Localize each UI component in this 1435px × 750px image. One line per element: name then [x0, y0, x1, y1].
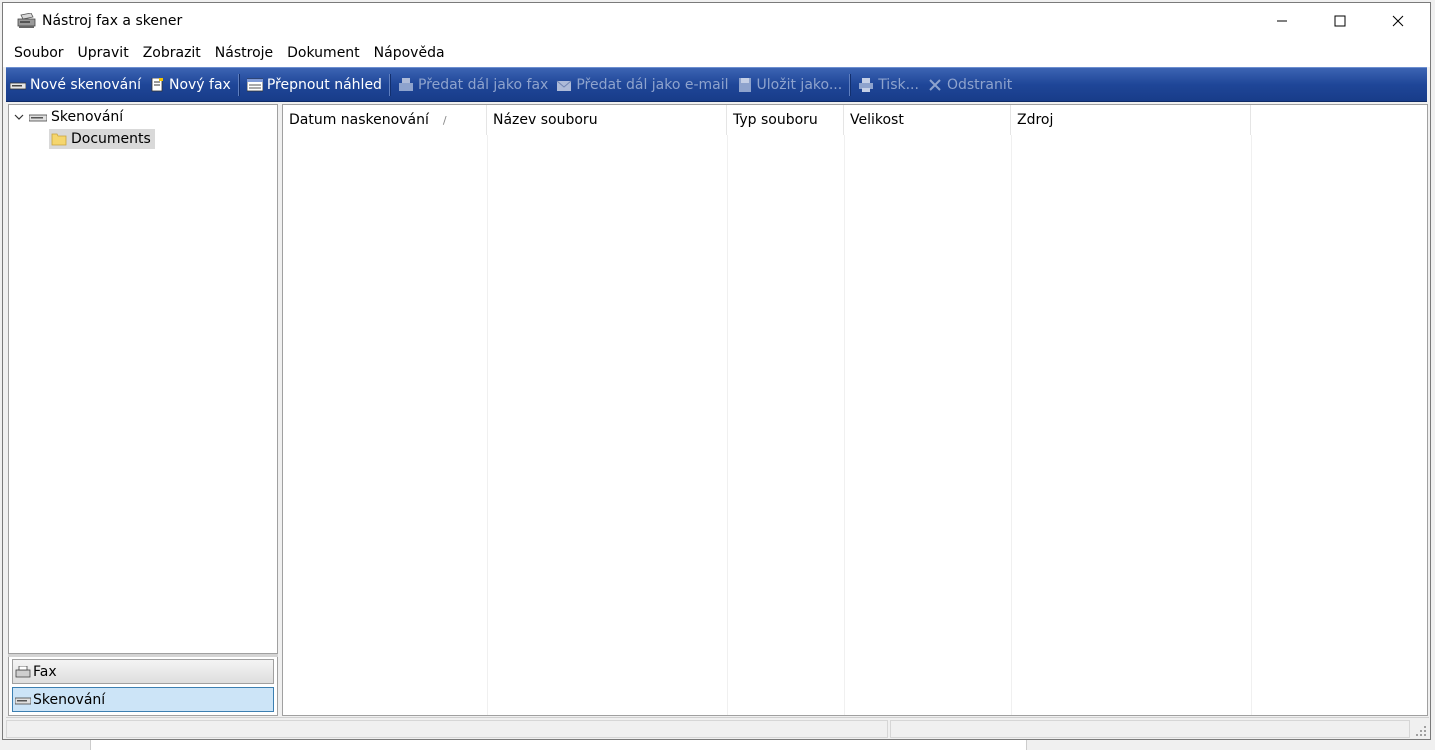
folder-tree-pane: Skenování Documents: [8, 104, 278, 716]
toolbar: Nové skenování Nový fax Přepnout náhled: [6, 67, 1427, 102]
new-scan-button[interactable]: Nové skenování: [6, 68, 145, 101]
scan-file-list: Datum naskenování / Název souboru Typ so…: [282, 104, 1428, 716]
column-header-source[interactable]: Zdroj: [1011, 105, 1251, 135]
column-label: Datum naskenování: [289, 112, 429, 128]
nav-button-label: Fax: [33, 663, 57, 680]
background-window-edge: [90, 740, 1027, 750]
maximize-icon: [1334, 15, 1346, 27]
column-divider: [844, 135, 845, 715]
status-pane: [890, 720, 1410, 738]
column-header-date[interactable]: Datum naskenování /: [283, 105, 487, 135]
menu-edit[interactable]: Upravit: [71, 39, 136, 67]
printer-icon: [859, 77, 874, 92]
sort-indicator-icon: /: [442, 113, 447, 127]
preview-pane-icon: [246, 78, 263, 91]
save-as-button[interactable]: Uložit jako...: [733, 68, 847, 101]
nav-button-scan[interactable]: Skenování: [12, 687, 274, 712]
scanner-icon: [29, 114, 47, 122]
menu-tools[interactable]: Nástroje: [208, 39, 280, 67]
nav-pane-divider[interactable]: [8, 653, 278, 657]
close-icon: [1392, 15, 1404, 27]
menu-bar: Soubor Upravit Zobrazit Nástroje Dokumen…: [3, 39, 1430, 67]
column-label: Zdroj: [1017, 112, 1054, 128]
new-fax-label: Nový fax: [168, 76, 231, 93]
column-divider: [1251, 135, 1252, 715]
tree-item-scans[interactable]: Skenování: [13, 107, 123, 127]
forward-fax-label: Předat dál jako fax: [417, 76, 549, 93]
save-as-label: Uložit jako...: [756, 76, 843, 93]
forward-email-label: Předat dál jako e-mail: [576, 76, 729, 93]
tree-item-documents[interactable]: Documents: [49, 129, 155, 149]
toolbar-separator: [388, 73, 391, 96]
toolbar-separator: [849, 73, 852, 96]
email-forward-icon: [556, 80, 572, 91]
column-header-filename[interactable]: Název souboru: [487, 105, 727, 135]
minimize-icon: [1277, 20, 1287, 22]
resize-grip-icon[interactable]: [1415, 725, 1427, 737]
title-bar: Nástroj fax a skener: [3, 3, 1430, 39]
menu-help[interactable]: Nápověda: [367, 39, 452, 67]
chevron-down-icon[interactable]: [13, 111, 25, 123]
column-header-size[interactable]: Velikost: [844, 105, 1011, 135]
nav-button-label: Skenování: [33, 691, 106, 708]
delete-label: Odstranit: [946, 76, 1013, 93]
tree-item-label: Documents: [71, 131, 151, 147]
column-header-type[interactable]: Typ souboru: [727, 105, 844, 135]
new-scan-label: Nové skenování: [30, 76, 141, 93]
nav-button-fax[interactable]: Fax: [12, 659, 274, 684]
new-fax-button[interactable]: Nový fax: [145, 68, 235, 101]
column-divider: [487, 135, 488, 715]
forward-email-button[interactable]: Předat dál jako e-mail: [552, 68, 732, 101]
folder-icon: [51, 133, 67, 146]
column-label: Velikost: [850, 112, 904, 128]
scanner-icon: [15, 697, 31, 704]
toolbar-separator: [237, 73, 240, 96]
close-button[interactable]: [1369, 3, 1427, 39]
delete-button[interactable]: Odstranit: [923, 68, 1016, 101]
scanner-icon: [10, 82, 26, 89]
status-bar: [6, 717, 1429, 739]
maximize-button[interactable]: [1311, 3, 1369, 39]
column-label: Název souboru: [493, 112, 598, 128]
fax-machine-icon: [15, 665, 31, 677]
status-pane: [6, 720, 888, 738]
minimize-button[interactable]: [1253, 3, 1311, 39]
forward-fax-button[interactable]: Předat dál jako fax: [394, 68, 552, 101]
tree-item-label: Skenování: [51, 109, 124, 125]
menu-view[interactable]: Zobrazit: [136, 39, 208, 67]
menu-document[interactable]: Dokument: [280, 39, 367, 67]
column-label: Typ souboru: [733, 112, 818, 128]
window-title: Nástroj fax a skener: [42, 13, 183, 29]
app-scanner-icon: [17, 13, 36, 28]
new-fax-icon: [151, 77, 163, 91]
delete-x-icon: [929, 78, 941, 91]
main-window: Nástroj fax a skener Soubor Upravit Zobr…: [2, 2, 1431, 740]
print-button[interactable]: Tisk...: [854, 68, 923, 101]
column-divider: [1011, 135, 1012, 715]
print-label: Tisk...: [878, 76, 919, 93]
column-divider: [727, 135, 728, 715]
floppy-disk-icon: [738, 77, 751, 92]
toggle-preview-button[interactable]: Přepnout náhled: [243, 68, 386, 101]
menu-file[interactable]: Soubor: [7, 39, 71, 67]
fax-machine-icon: [398, 77, 413, 91]
toggle-preview-label: Přepnout náhled: [266, 76, 382, 93]
